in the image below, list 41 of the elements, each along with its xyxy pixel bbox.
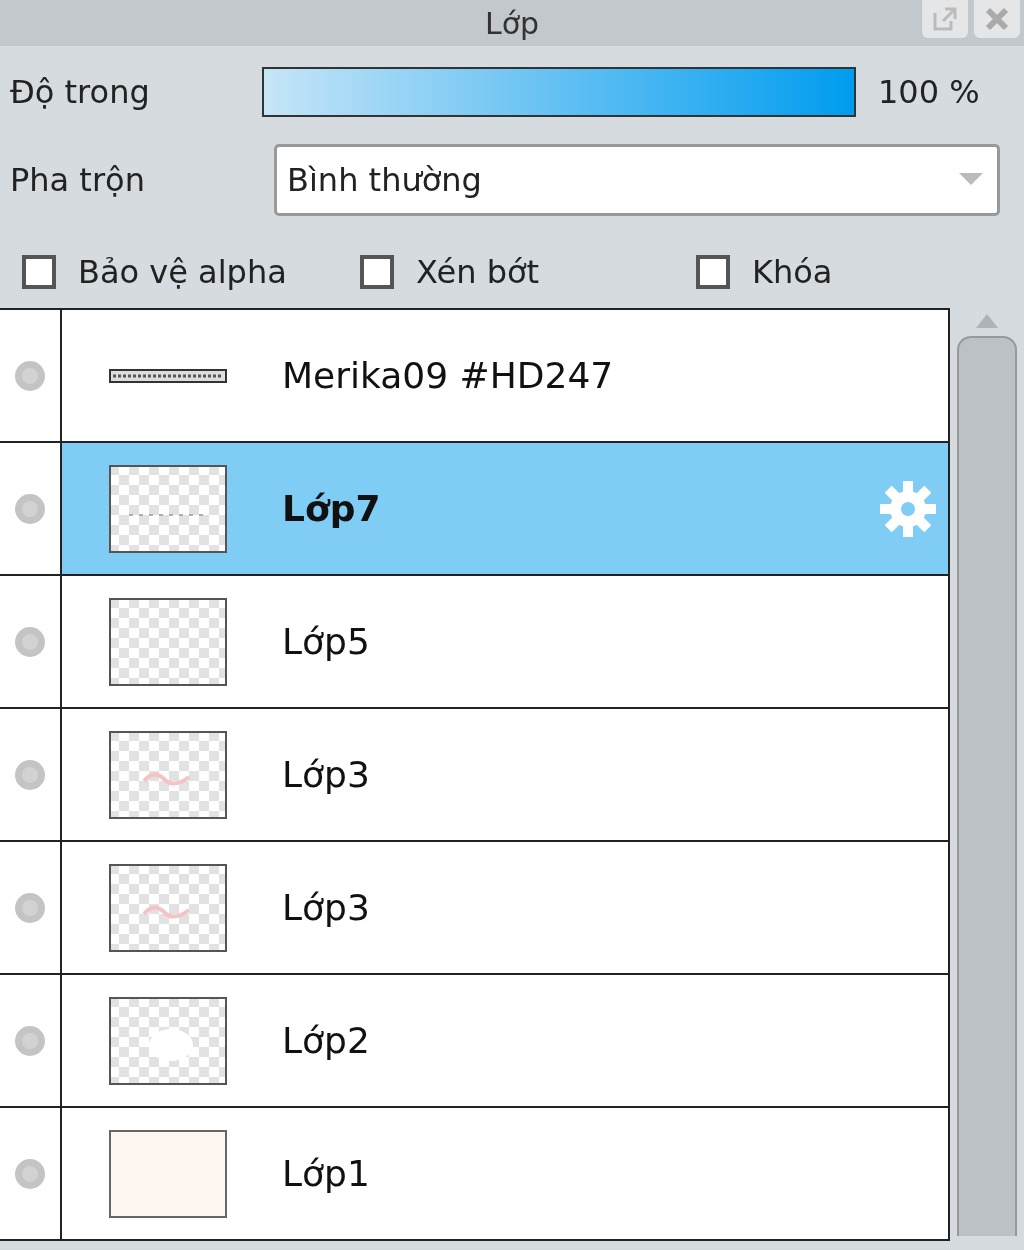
- gear-icon[interactable]: [878, 478, 938, 539]
- layer-name: Lớp7: [282, 488, 381, 529]
- visibility-icon[interactable]: [13, 358, 47, 393]
- visibility-icon[interactable]: [13, 624, 47, 659]
- opacity-value: 100 %: [878, 73, 980, 111]
- pop-out-icon: [931, 5, 959, 33]
- checkbox[interactable]: [696, 255, 730, 289]
- visibility-icon[interactable]: [13, 890, 47, 925]
- blend-dropdown[interactable]: Bình thường: [274, 144, 1000, 216]
- layer-row[interactable]: Lớp3: [62, 842, 948, 973]
- checkbox[interactable]: [22, 255, 56, 289]
- layer-row[interactable]: Lớp1: [62, 1108, 948, 1239]
- layer-row[interactable]: Merika09 #HD247: [62, 310, 948, 441]
- close-button[interactable]: [974, 0, 1020, 38]
- layer-name: Lớp5: [282, 621, 370, 662]
- layer-name: Lớp2: [282, 1020, 370, 1061]
- layer-row[interactable]: Lớp2: [62, 975, 948, 1106]
- checkbox-label: Xén bớt: [416, 253, 540, 291]
- opacity-label: Độ trong: [9, 73, 151, 111]
- window-title: Lớp: [484, 5, 540, 41]
- layer-name: Lớp3: [282, 754, 370, 795]
- visibility-icon[interactable]: [13, 1156, 47, 1191]
- blend-label: Pha trộn: [9, 161, 146, 199]
- checkbox-label: Khóa: [752, 253, 833, 291]
- layer-name: Merika09 #HD247: [282, 355, 614, 396]
- layer-name: Lớp1: [282, 1153, 370, 1194]
- layer-row[interactable]: Lớp5: [62, 576, 948, 707]
- visibility-icon[interactable]: [13, 1023, 47, 1058]
- float-button[interactable]: [922, 0, 968, 38]
- visibility-icon[interactable]: [13, 757, 47, 792]
- layer-row[interactable]: Lớp3: [62, 709, 948, 840]
- layer-name: Lớp3: [282, 887, 370, 928]
- dropdown-arrow-icon: [959, 173, 983, 187]
- scrollbar-thumb[interactable]: [957, 336, 1017, 1236]
- layer-row[interactable]: Lớp7: [62, 443, 948, 574]
- close-icon: [983, 5, 1011, 33]
- scroll-up-icon[interactable]: [976, 314, 998, 328]
- opacity-slider[interactable]: [262, 67, 856, 117]
- checkbox[interactable]: [360, 255, 394, 289]
- visibility-icon[interactable]: [13, 491, 47, 526]
- checkbox-label: Bảo vệ alpha: [78, 253, 287, 291]
